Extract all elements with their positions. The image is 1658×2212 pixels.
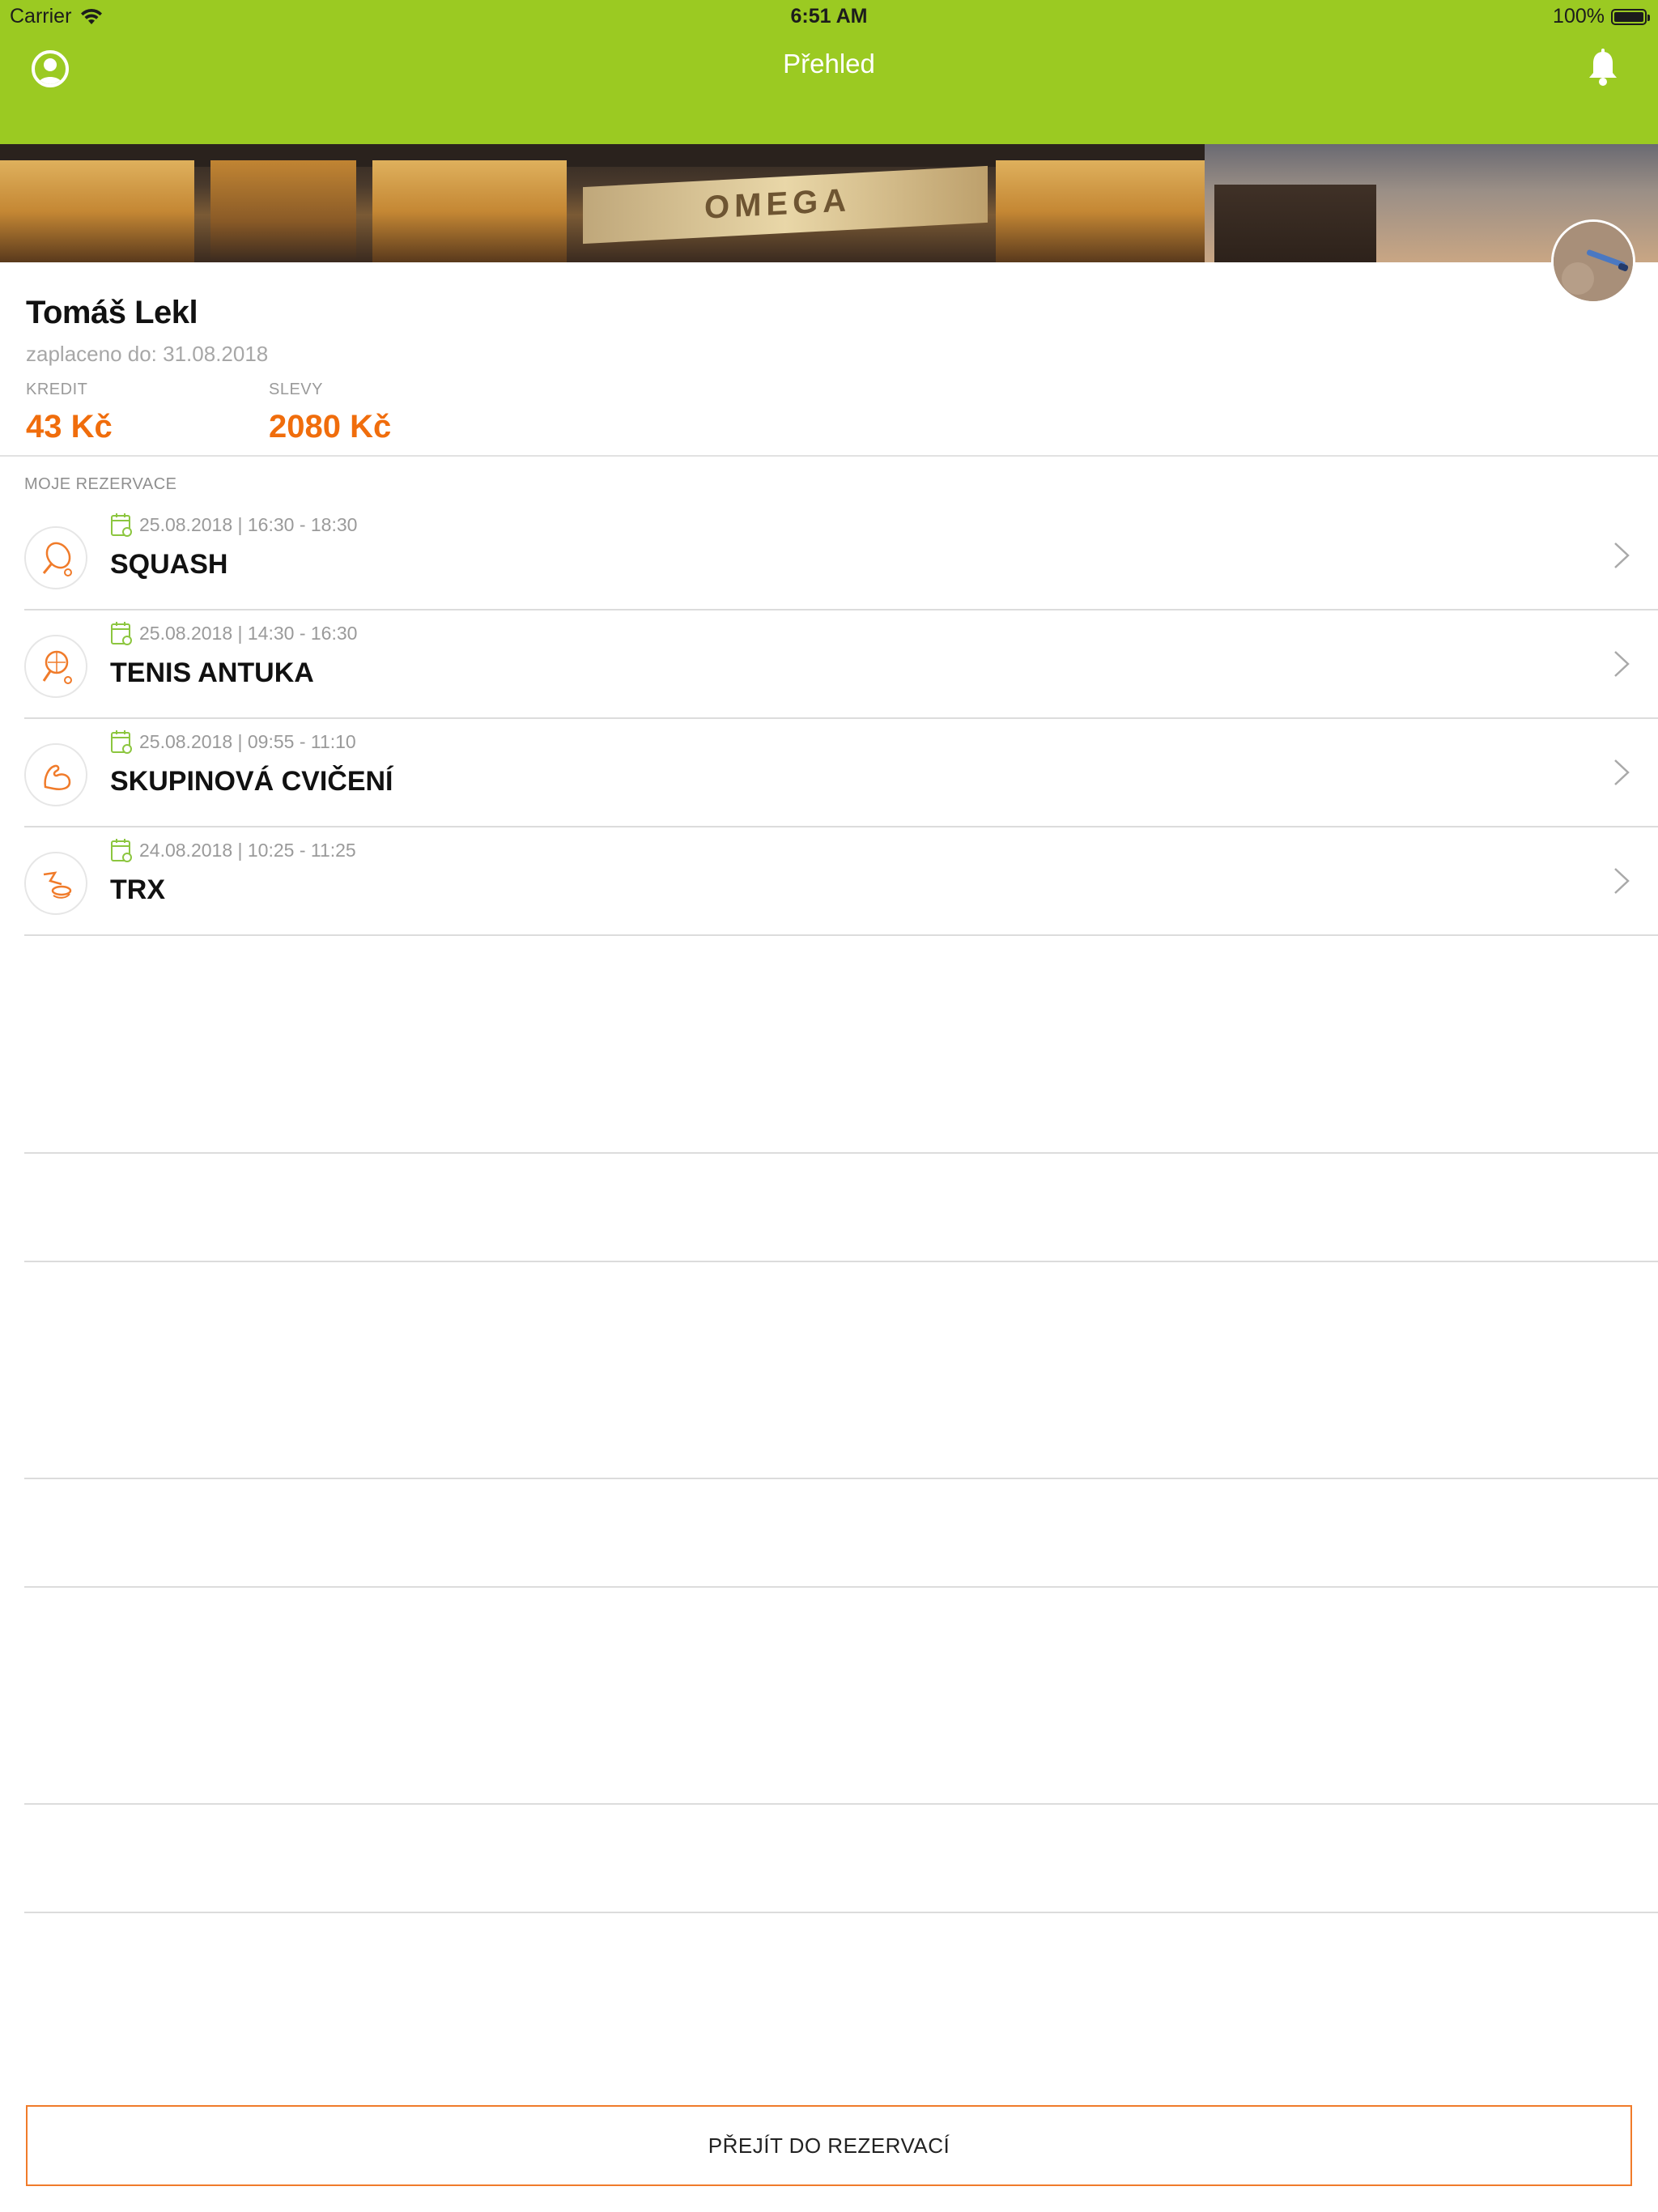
status-time: 6:51 AM xyxy=(790,5,868,28)
banner-logo: OMEGA xyxy=(704,182,852,226)
status-battery: 100% xyxy=(1553,5,1650,28)
discount-value: 2080 Kč xyxy=(269,409,392,445)
reservation-item-squash[interactable]: 25.08.2018 | 16:30 - 18:30 SQUASH xyxy=(24,502,1658,610)
reservation-datetime: 25.08.2018 | 16:30 - 18:30 xyxy=(139,513,358,535)
user-name: Tomáš Lekl xyxy=(26,295,198,330)
calendar-icon xyxy=(111,622,132,645)
calendar-icon xyxy=(111,839,132,862)
reservation-meta: 25.08.2018 | 14:30 - 16:30 xyxy=(110,620,357,646)
chevron-right-icon xyxy=(1614,542,1630,568)
chevron-right-icon xyxy=(1614,759,1630,785)
empty-row-divider xyxy=(24,1586,1658,1588)
empty-row-divider xyxy=(24,1152,1658,1154)
credit-label: KREDIT xyxy=(26,381,88,398)
page-title: Přehled xyxy=(783,49,875,79)
chevron-right-icon xyxy=(1614,651,1630,677)
reservations-section-title: MOJE REZERVACE xyxy=(24,475,177,493)
club-banner-image: OMEGA xyxy=(0,144,1658,262)
reservation-title: TENIS ANTUKA xyxy=(110,657,314,688)
paid-until: zaplaceno do: 31.08.2018 xyxy=(26,342,269,366)
profile-divider xyxy=(0,455,1658,457)
credit-value: 43 Kč xyxy=(26,409,113,445)
empty-row-divider xyxy=(24,1912,1658,1913)
reservation-datetime: 25.08.2018 | 14:30 - 16:30 xyxy=(139,622,358,644)
chevron-right-icon xyxy=(1614,868,1630,894)
reservation-title: SQUASH xyxy=(110,549,228,580)
battery-percent: 100% xyxy=(1553,5,1605,28)
calendar-icon xyxy=(111,730,132,754)
discount-label: SLEVY xyxy=(269,381,323,398)
user-avatar[interactable] xyxy=(1551,219,1635,304)
battery-icon xyxy=(1611,8,1650,25)
muscle-icon xyxy=(24,743,87,806)
reservation-meta: 25.08.2018 | 09:55 - 11:10 xyxy=(110,729,356,755)
squash-icon xyxy=(24,526,87,589)
reservation-meta: 24.08.2018 | 10:25 - 11:25 xyxy=(110,837,356,863)
reservation-datetime: 25.08.2018 | 09:55 - 11:10 xyxy=(139,730,356,752)
empty-row-divider xyxy=(24,1261,1658,1262)
empty-row-divider xyxy=(24,1478,1658,1479)
empty-row-divider xyxy=(24,1803,1658,1805)
trx-icon xyxy=(24,852,87,915)
reservation-datetime: 24.08.2018 | 10:25 - 11:25 xyxy=(139,839,356,861)
reservation-item-skupinova-cviceni[interactable]: 25.08.2018 | 09:55 - 11:10 SKUPINOVÁ CVI… xyxy=(24,719,1658,827)
reservation-item-tenis-antuka[interactable]: 25.08.2018 | 14:30 - 16:30 TENIS ANTUKA xyxy=(24,610,1658,719)
calendar-icon xyxy=(111,513,132,537)
reservation-title: SKUPINOVÁ CVIČENÍ xyxy=(110,766,393,797)
reservation-item-trx[interactable]: 24.08.2018 | 10:25 - 11:25 TRX xyxy=(24,827,1658,936)
navigation-bar: Carrier 6:51 AM 100% Přehled xyxy=(0,0,1658,144)
go-to-reservations-button[interactable]: PŘEJÍT DO REZERVACÍ xyxy=(26,2105,1632,2186)
reservation-title: TRX xyxy=(110,874,165,905)
reservation-meta: 25.08.2018 | 16:30 - 18:30 xyxy=(110,512,357,538)
notifications-bell-icon[interactable] xyxy=(1585,49,1621,87)
tennis-icon xyxy=(24,635,87,698)
